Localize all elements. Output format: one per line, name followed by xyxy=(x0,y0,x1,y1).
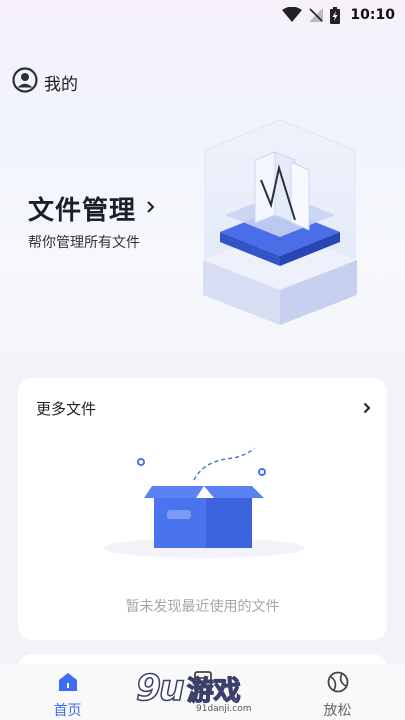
document-icon xyxy=(192,670,214,698)
file-manager-title-link[interactable]: 文件管理 xyxy=(28,190,156,227)
card-title: 更多文件 xyxy=(36,400,97,418)
chevron-right-icon xyxy=(146,199,156,218)
battery-charging-icon xyxy=(330,6,341,24)
empty-box-illustration xyxy=(94,440,314,564)
recent-files-card: 更多文件 暂未发现最近使用的文件 xyxy=(18,378,387,640)
bottom-nav: 首页 放松 xyxy=(0,664,405,720)
wifi-icon xyxy=(282,7,303,23)
empty-state-message: 暂未发现最近使用的文件 xyxy=(125,599,280,615)
no-signal-icon xyxy=(308,7,324,23)
nav-label: 放松 xyxy=(323,703,352,719)
profile-button[interactable]: 我的 xyxy=(12,67,78,97)
chevron-right-icon xyxy=(363,399,371,418)
nav-label: 首页 xyxy=(53,703,82,719)
more-files-link[interactable]: 更多文件 xyxy=(36,398,371,419)
page-subtitle: 帮你管理所有文件 xyxy=(28,235,140,251)
nav-item-home[interactable]: 首页 xyxy=(23,670,113,720)
user-avatar-icon xyxy=(12,67,38,97)
profile-label: 我的 xyxy=(44,74,78,95)
home-icon xyxy=(56,670,80,698)
ball-icon xyxy=(326,670,350,698)
file-stack-illustration xyxy=(195,119,365,344)
page-title: 文件管理 xyxy=(28,196,137,226)
nav-item-documents[interactable] xyxy=(158,670,248,700)
nav-item-relax[interactable]: 放松 xyxy=(293,670,383,720)
status-bar: 10:10 xyxy=(0,0,405,30)
status-time: 10:10 xyxy=(350,7,395,23)
